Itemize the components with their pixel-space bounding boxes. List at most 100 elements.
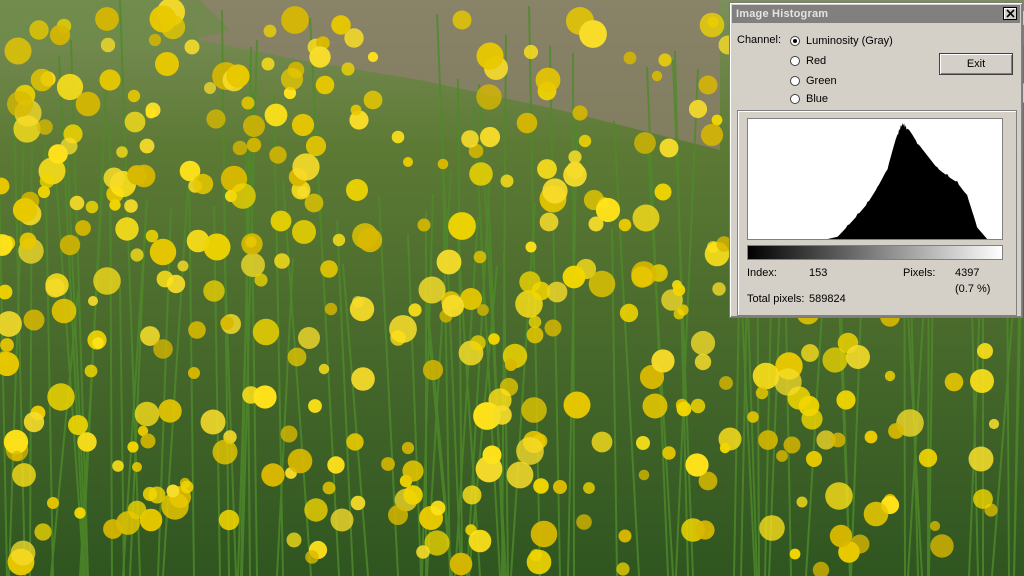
radio-button-checked[interactable] — [790, 36, 800, 46]
flower-cluster — [544, 319, 562, 337]
flower-cluster — [139, 138, 155, 154]
flower-cluster — [783, 436, 801, 454]
flower-cluster — [226, 64, 250, 88]
flower-cluster — [576, 514, 592, 530]
flower-cluster — [297, 186, 309, 198]
histogram-svg — [748, 123, 1002, 239]
flower-cluster — [700, 123, 724, 147]
radio-button[interactable] — [790, 56, 800, 66]
flower-cluster — [408, 303, 422, 317]
flower-cluster — [69, 195, 85, 211]
flower-cluster — [309, 46, 331, 68]
flower-cluster — [241, 253, 265, 277]
flower-cluster — [127, 89, 141, 103]
radio-label-green: Green — [806, 75, 837, 87]
flower-cluster — [516, 437, 544, 465]
flower-cluster — [103, 519, 123, 539]
radio-luminosity[interactable]: Luminosity (Gray) — [790, 34, 893, 48]
flower-cluster — [29, 20, 49, 40]
flower-cluster — [774, 368, 802, 396]
flower-cluster — [542, 178, 568, 204]
radio-green[interactable]: Green — [790, 74, 837, 88]
pixels-label: Pixels: — [903, 267, 936, 279]
radio-label-blue: Blue — [806, 93, 829, 105]
histogram-plot[interactable] — [747, 118, 1003, 240]
flower-cluster — [212, 439, 238, 465]
close-button[interactable] — [1003, 7, 1017, 20]
flower-cluster — [292, 153, 320, 181]
flower-cluster — [672, 283, 686, 297]
flower-cluster — [929, 520, 941, 532]
flower-cluster — [488, 333, 500, 345]
flower-cluster — [695, 520, 715, 540]
flower-cluster — [124, 199, 138, 213]
flower-cluster — [492, 405, 512, 425]
flower-cluster — [619, 303, 639, 323]
flower-cluster — [526, 326, 544, 344]
flower-cluster — [305, 135, 327, 157]
index-value: 153 — [809, 267, 828, 279]
flower-cluster — [789, 548, 801, 560]
flower-cluster — [287, 347, 307, 367]
flower-cluster — [884, 370, 896, 382]
flower-cluster — [437, 158, 449, 170]
radio-blue[interactable]: Blue — [790, 92, 828, 106]
flower-cluster — [75, 91, 101, 117]
flower-cluster — [4, 37, 32, 65]
title-bar[interactable]: Image Histogram — [732, 5, 1020, 23]
flower-cluster — [719, 442, 731, 454]
flower-cluster — [349, 296, 375, 322]
flower-cluster — [673, 308, 685, 320]
flower-cluster — [506, 461, 534, 489]
flower-cluster — [651, 349, 675, 373]
flower-cluster — [416, 545, 430, 559]
flower-cluster — [95, 7, 119, 31]
flower-cluster — [99, 69, 121, 91]
flower-cluster — [327, 456, 345, 474]
flower-cluster — [332, 233, 346, 247]
flower-cluster — [156, 270, 174, 288]
intensity-gradient-bar — [747, 245, 1003, 260]
flower-cluster — [109, 199, 121, 211]
flower-cluster — [68, 415, 88, 435]
flower-cluster — [188, 367, 200, 379]
flower-cluster — [477, 304, 489, 316]
flower-cluster — [292, 220, 316, 244]
flower-cluster — [634, 132, 656, 154]
exit-button[interactable]: Exit — [939, 53, 1013, 75]
flower-cluster — [402, 460, 424, 482]
radio-red[interactable]: Red — [790, 54, 826, 68]
flower-cluster — [417, 218, 431, 232]
flower-cluster — [448, 212, 476, 240]
flower-cluster — [658, 53, 672, 67]
flower-cluster — [539, 212, 559, 232]
flower-cluster — [636, 436, 650, 450]
flower-cluster — [806, 451, 822, 467]
flower-cluster — [500, 174, 514, 188]
flower-cluster — [243, 115, 265, 137]
flower-cluster — [304, 498, 328, 522]
flower-cluster — [322, 481, 336, 495]
flower-cluster — [482, 445, 502, 465]
flower-cluster — [588, 216, 604, 232]
pixels-value: 4397 — [955, 267, 980, 279]
flower-cluster — [505, 359, 517, 371]
radio-button[interactable] — [790, 94, 800, 104]
flower-cluster — [139, 508, 163, 532]
window-title: Image Histogram — [736, 8, 829, 20]
flower-cluster — [519, 271, 541, 293]
flower-cluster — [132, 462, 142, 472]
flower-cluster — [418, 276, 446, 304]
radio-button[interactable] — [790, 76, 800, 86]
flower-cluster — [177, 260, 189, 272]
flower-cluster — [516, 112, 538, 134]
flower-cluster — [134, 401, 160, 427]
flower-cluster — [470, 335, 486, 351]
flower-cluster — [537, 159, 557, 179]
flower-cluster — [39, 173, 55, 189]
flower-cluster — [659, 138, 679, 158]
flower-cluster — [34, 523, 52, 541]
flower-cluster — [245, 236, 257, 248]
flower-cluster — [263, 24, 277, 38]
flower-cluster — [525, 241, 537, 253]
